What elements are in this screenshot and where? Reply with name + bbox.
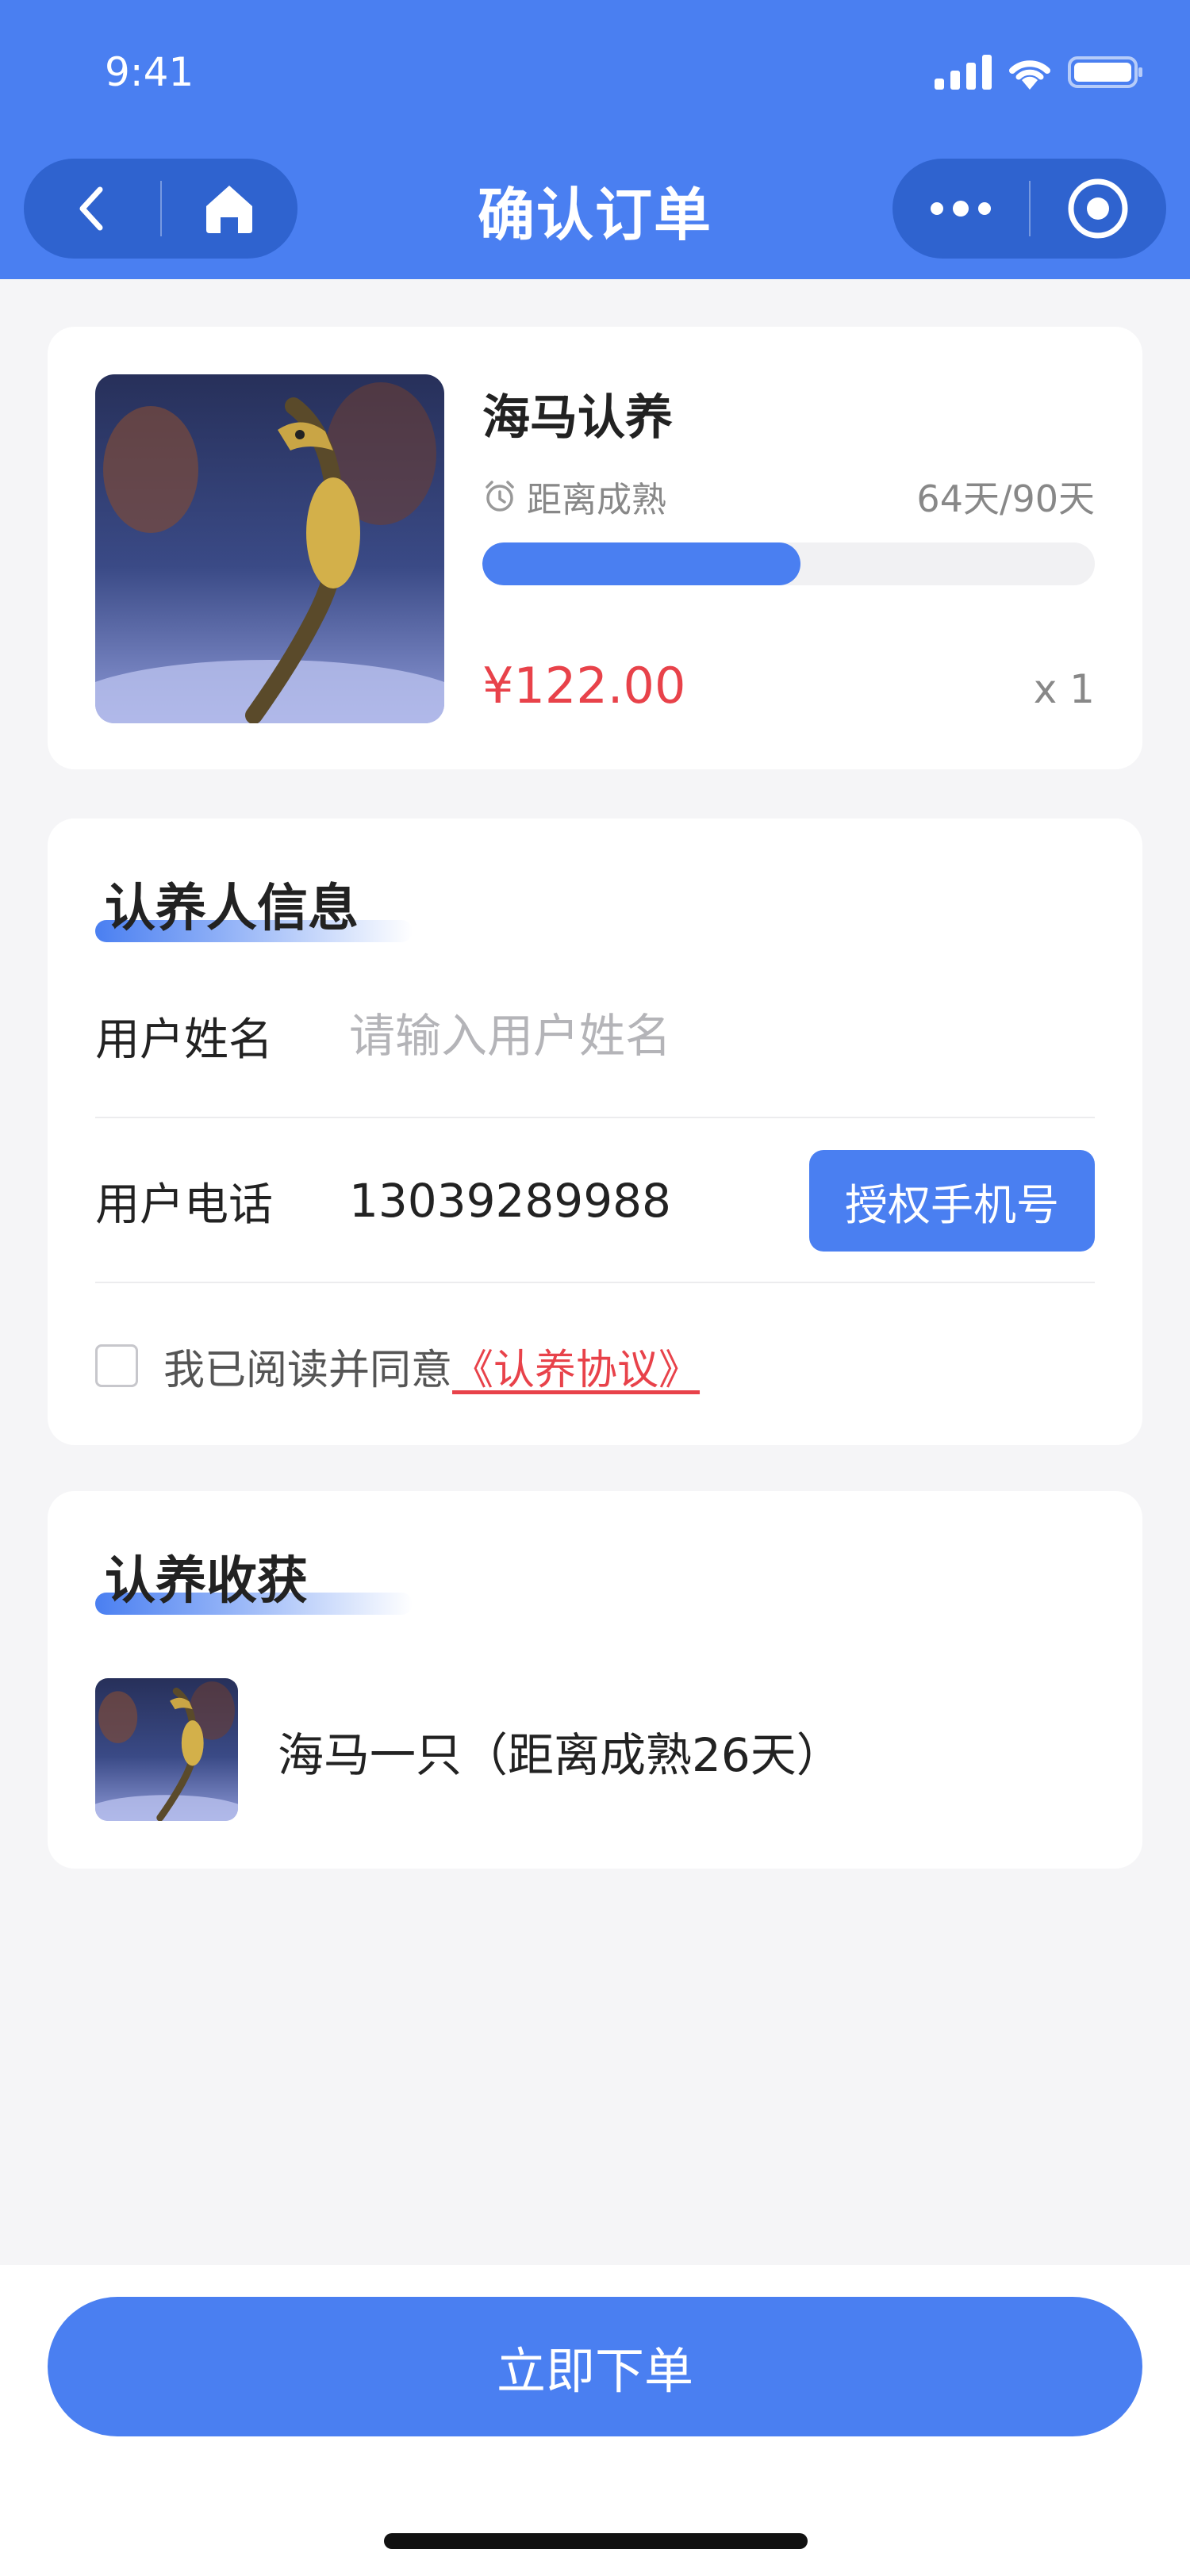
name-input[interactable] <box>349 1009 1095 1063</box>
place-order-button[interactable]: 立即下单 <box>48 2297 1142 2436</box>
name-label: 用户姓名 <box>95 1014 273 1066</box>
battery-icon <box>1068 56 1142 88</box>
product-name: 海马认养 <box>482 390 673 446</box>
maturity-days: 64天/90天 <box>916 477 1095 520</box>
harvest-card: 认养收获 海马一只（距离成熟26天） <box>48 1491 1142 1869</box>
agreement-checkbox[interactable] <box>95 1344 138 1387</box>
section-title-adopter: 认养人信息 <box>105 880 359 938</box>
maturity-row: 距离成熟 64天/90天 <box>482 473 1095 520</box>
harvest-image <box>95 1678 238 1821</box>
product-quantity: x 1 <box>1033 666 1095 712</box>
product-image <box>95 374 444 723</box>
signal-icon <box>935 55 992 90</box>
agreement-link[interactable]: 《认养协议》 <box>452 1336 700 1396</box>
section-title-harvest: 认养收获 <box>105 1552 308 1611</box>
maturity-progress-bar <box>482 542 1095 585</box>
agreement-text: 我已阅读并同意 <box>163 1346 453 1394</box>
product-price: ¥122.00 <box>482 657 686 715</box>
close-target-icon <box>1068 178 1128 239</box>
phone-row: 用户电话 13039289988 授权手机号 <box>95 1120 1095 1283</box>
phone-value: 13039289988 <box>349 1174 671 1228</box>
nav-header: 9:41 确认订单 <box>0 0 1190 279</box>
maturity-progress-fill <box>482 542 801 585</box>
status-icons <box>935 52 1144 92</box>
close-miniprogram-button[interactable] <box>1031 159 1167 259</box>
name-row: 用户姓名 <box>95 955 1095 1118</box>
nav-capsule-right <box>892 159 1166 259</box>
footer-bar: 立即下单 <box>0 2265 1190 2576</box>
adopter-info-card: 认养人信息 用户姓名 用户电话 13039289988 授权手机号 我已阅读并同… <box>48 818 1142 1445</box>
more-icon <box>930 201 991 217</box>
home-indicator <box>384 2533 808 2549</box>
phone-label: 用户电话 <box>95 1179 273 1231</box>
maturity-label-text: 距离成熟 <box>527 480 666 520</box>
more-button[interactable] <box>892 159 1029 259</box>
status-time: 9:41 <box>105 49 194 95</box>
maturity-label: 距离成熟 <box>482 471 666 522</box>
agreement-row: 我已阅读并同意 《认养协议》 <box>95 1334 700 1397</box>
wifi-icon <box>1009 60 1050 90</box>
harvest-item-text: 海马一只（距离成熟26天） <box>278 1728 843 1782</box>
authorize-phone-button[interactable]: 授权手机号 <box>809 1150 1095 1252</box>
product-card: 海马认养 距离成熟 64天/90天 ¥122.00 x 1 <box>48 327 1142 769</box>
alarm-clock-icon <box>486 481 514 512</box>
